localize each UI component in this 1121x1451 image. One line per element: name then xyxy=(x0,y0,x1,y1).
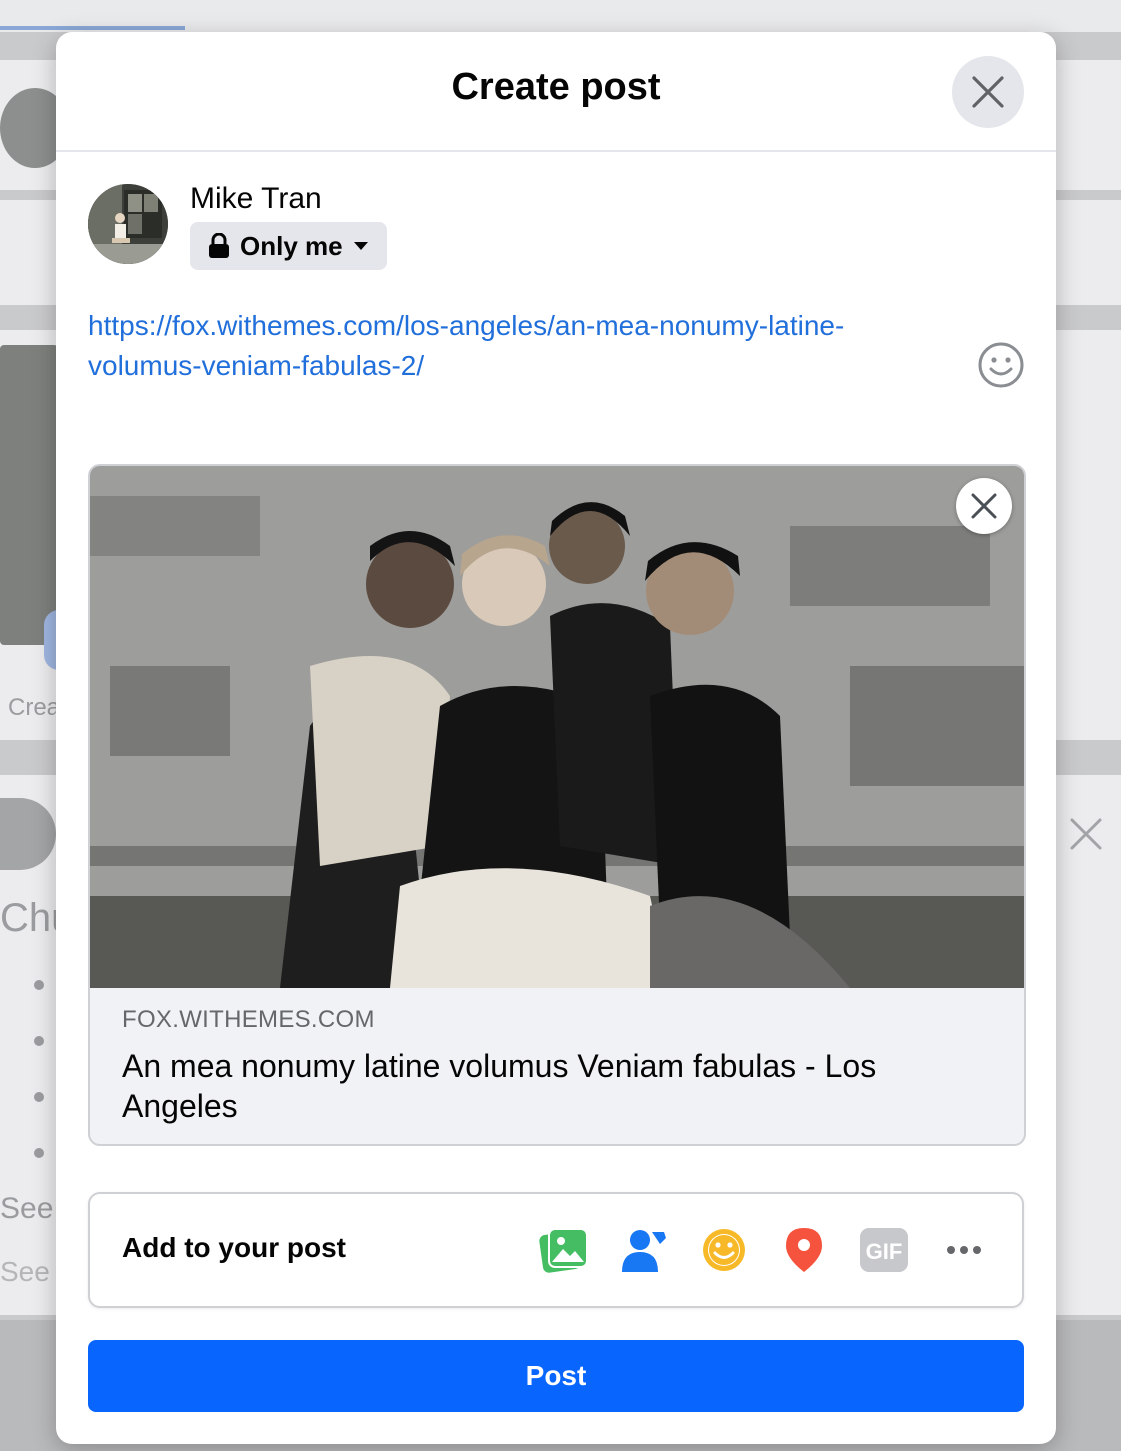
link-preview-title: An mea nonumy latine volumus Veniam fabu… xyxy=(122,1048,877,1124)
add-to-post-bar: Add to your post GIF xyxy=(88,1192,1024,1308)
background-close-icon xyxy=(1070,818,1102,850)
photo-video-button[interactable] xyxy=(536,1222,592,1278)
add-to-post-label: Add to your post xyxy=(122,1232,346,1263)
check-in-icon xyxy=(786,1228,822,1272)
feeling-activity-button[interactable] xyxy=(696,1222,752,1278)
gif-label: GIF xyxy=(866,1239,903,1264)
link-preview-domain: FOX.WITHEMES.COM xyxy=(122,1006,375,1033)
background-bullet xyxy=(34,1036,44,1046)
avatar[interactable] xyxy=(88,184,168,264)
author-row: Mike Tran Only me xyxy=(88,182,988,272)
remove-preview-button[interactable] xyxy=(956,478,1012,534)
audience-selector[interactable]: Only me xyxy=(190,222,387,270)
check-in-button[interactable] xyxy=(776,1222,832,1278)
close-button[interactable] xyxy=(952,56,1024,128)
background-see-label: See xyxy=(0,1192,54,1225)
photo-video-icon xyxy=(539,1228,588,1273)
background-bullet xyxy=(34,1148,44,1158)
avatar-photo xyxy=(88,184,168,264)
dialog-title: Create post xyxy=(451,66,661,108)
background-story-thumb xyxy=(0,345,58,645)
post-text-input[interactable]: https://fox.withemes.com/los-angeles/an-… xyxy=(88,306,938,386)
feeling-icon xyxy=(703,1229,745,1271)
lock-icon xyxy=(209,233,229,258)
emoji-button[interactable] xyxy=(976,340,1026,390)
more-options-button[interactable] xyxy=(936,1222,992,1278)
close-icon xyxy=(971,493,997,519)
gif-button[interactable]: GIF xyxy=(856,1222,912,1278)
close-icon xyxy=(972,76,1004,108)
audience-label: Only me xyxy=(240,230,343,261)
background-create-label: Crea xyxy=(8,694,61,721)
more-icon xyxy=(947,1246,981,1254)
caret-down-icon xyxy=(353,242,368,250)
background-bullet xyxy=(34,1092,44,1102)
create-post-dialog: Create post Mike Tran Only me https://fo… xyxy=(56,32,1056,1444)
link-preview-image xyxy=(90,466,1024,988)
author-name[interactable]: Mike Tran xyxy=(190,182,322,216)
post-button[interactable]: Post xyxy=(88,1340,1024,1412)
loading-progress-bar xyxy=(0,26,185,30)
emoji-icon xyxy=(978,342,1024,388)
tag-people-icon xyxy=(622,1230,666,1272)
tag-people-button[interactable] xyxy=(616,1222,672,1278)
dialog-header: Create post xyxy=(56,32,1056,152)
gif-icon: GIF xyxy=(860,1228,908,1272)
background-bullet xyxy=(34,980,44,990)
background-see-label: See xyxy=(0,1256,50,1287)
link-preview-card[interactable]: FOX.WITHEMES.COM An mea nonumy latine vo… xyxy=(88,464,1026,1146)
